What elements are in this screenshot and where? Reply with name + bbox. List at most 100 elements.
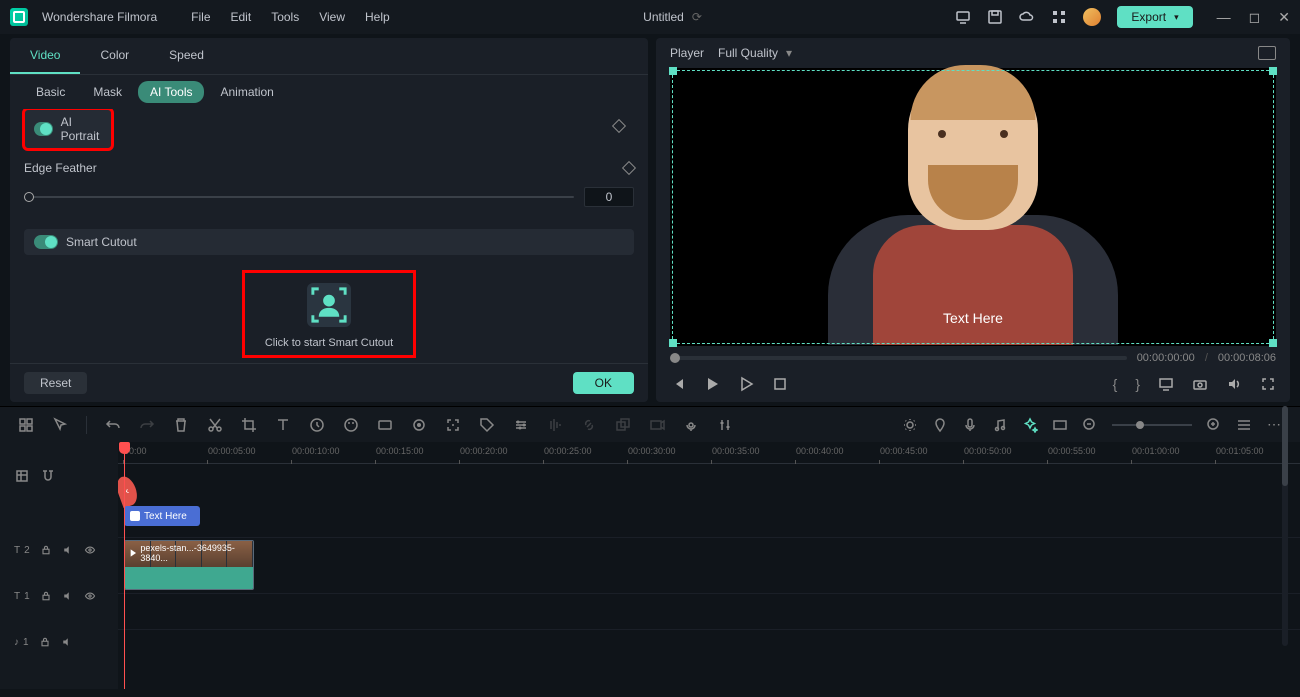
quality-dropdown[interactable]: Full Quality ▾ [718,46,792,60]
timeline-tracks-area[interactable]: 00:00 00:00:05:00 00:00:10:00 00:00:15:0… [118,442,1300,689]
smart-cutout-button[interactable] [307,283,351,327]
delete-icon[interactable] [173,417,189,433]
keyframe-icon[interactable] [411,417,427,433]
video-preview[interactable]: Text Here [670,68,1276,346]
menu-edit[interactable]: Edit [231,10,252,24]
subtab-mask[interactable]: Mask [81,81,134,103]
adjust-icon[interactable] [513,417,529,433]
display-button[interactable] [1158,376,1174,392]
track-header-t2[interactable]: T2 [0,532,118,568]
timeline-ruler[interactable]: 00:00 00:00:05:00 00:00:10:00 00:00:15:0… [118,442,1300,464]
fullscreen-button[interactable] [1260,376,1276,392]
prev-frame-button[interactable] [670,376,686,392]
menu-help[interactable]: Help [365,10,390,24]
selection-box[interactable] [672,70,1274,344]
mute-icon[interactable] [62,590,74,602]
frame-icon[interactable] [1052,417,1068,433]
menu-view[interactable]: View [319,10,345,24]
vertical-scrollbar[interactable] [1282,406,1288,646]
camera-button[interactable] [1192,376,1208,392]
mixer-icon[interactable] [717,417,733,433]
layout-icon[interactable] [18,417,34,433]
timeline-menu-icon[interactable] [14,468,30,484]
track-motion-icon[interactable] [445,417,461,433]
resize-handle-br[interactable] [1269,339,1277,347]
sun-icon[interactable] [902,417,918,433]
smart-cutout-section[interactable]: Smart Cutout [24,229,634,255]
subtab-animation[interactable]: Animation [208,81,285,103]
group-icon[interactable] [615,417,631,433]
text-icon[interactable] [275,417,291,433]
color-icon[interactable] [343,417,359,433]
reset-button[interactable]: Reset [24,372,87,394]
link-icon[interactable] [581,417,597,433]
slider-thumb[interactable] [24,192,34,202]
magnet-icon[interactable] [40,468,56,484]
export-button[interactable]: Export ▾ [1117,6,1192,28]
tag-icon[interactable] [479,417,495,433]
device-icon[interactable] [955,9,971,25]
cut-icon[interactable] [207,417,223,433]
voiceover-icon[interactable] [683,417,699,433]
menu-file[interactable]: File [191,10,210,24]
track-t2[interactable]: Text Here [118,502,1300,538]
resize-handle-tl[interactable] [669,67,677,75]
audio-sync-icon[interactable] [547,417,563,433]
zoom-thumb[interactable] [1136,421,1144,429]
render-icon[interactable] [649,417,665,433]
speed-icon[interactable] [309,417,325,433]
lock-icon[interactable] [40,590,52,602]
edge-feather-slider[interactable] [24,196,574,198]
more-icon[interactable]: ⋯ [1266,417,1282,433]
scrub-bar[interactable] [670,356,1127,360]
text-clip[interactable]: Text Here [124,506,200,526]
pointer-icon[interactable] [52,417,68,433]
track-header-t1[interactable]: T1 [0,568,118,624]
lock-icon[interactable] [40,544,52,556]
zoom-slider[interactable] [1112,424,1192,426]
play-forward-button[interactable] [738,376,754,392]
mark-out-button[interactable]: } [1135,376,1140,392]
volume-button[interactable] [1226,376,1242,392]
mute-icon[interactable] [62,544,74,556]
undo-icon[interactable] [105,417,121,433]
text-overlay[interactable]: Text Here [943,310,1003,326]
mask-icon[interactable] [377,417,393,433]
avatar-icon[interactable] [1083,8,1101,26]
mute-icon[interactable] [61,636,73,648]
subtab-ai-tools[interactable]: AI Tools [138,81,204,103]
zoom-in-icon[interactable] [1206,417,1222,433]
redo-icon[interactable] [139,417,155,433]
cloud-icon[interactable] [1019,9,1035,25]
playhead[interactable] [124,442,125,689]
lock-icon[interactable] [39,636,51,648]
edge-feather-value[interactable] [584,187,634,207]
keyframe-ai-portrait[interactable] [612,119,626,133]
track-header-a1[interactable]: ♪1 [0,624,118,660]
resize-handle-bl[interactable] [669,339,677,347]
zoom-out-icon[interactable] [1082,417,1098,433]
keyframe-edge-feather[interactable] [622,161,636,175]
subtab-basic[interactable]: Basic [24,81,77,103]
mark-in-button[interactable]: { [1113,376,1118,392]
track-a1[interactable] [118,594,1300,630]
track-t1[interactable]: pexels-stan...-3649935-3840... [118,538,1300,594]
tab-color[interactable]: Color [80,38,149,74]
tab-video[interactable]: Video [10,38,80,74]
crop-icon[interactable] [241,417,257,433]
stop-button[interactable] [772,376,788,392]
mic-icon[interactable] [962,417,978,433]
tab-speed[interactable]: Speed [149,38,224,74]
apps-icon[interactable] [1051,9,1067,25]
list-view-icon[interactable] [1236,417,1252,433]
marker-icon[interactable] [932,417,948,433]
save-icon[interactable] [987,9,1003,25]
resize-handle-tr[interactable] [1269,67,1277,75]
ai-portrait-toggle[interactable] [34,122,53,136]
menu-tools[interactable]: Tools [271,10,299,24]
scrub-thumb[interactable] [670,353,680,363]
video-clip[interactable]: pexels-stan...-3649935-3840... [124,540,254,590]
eye-icon[interactable] [84,590,96,602]
minimize-button[interactable]: — [1217,9,1231,26]
ok-button[interactable]: OK [573,372,634,394]
